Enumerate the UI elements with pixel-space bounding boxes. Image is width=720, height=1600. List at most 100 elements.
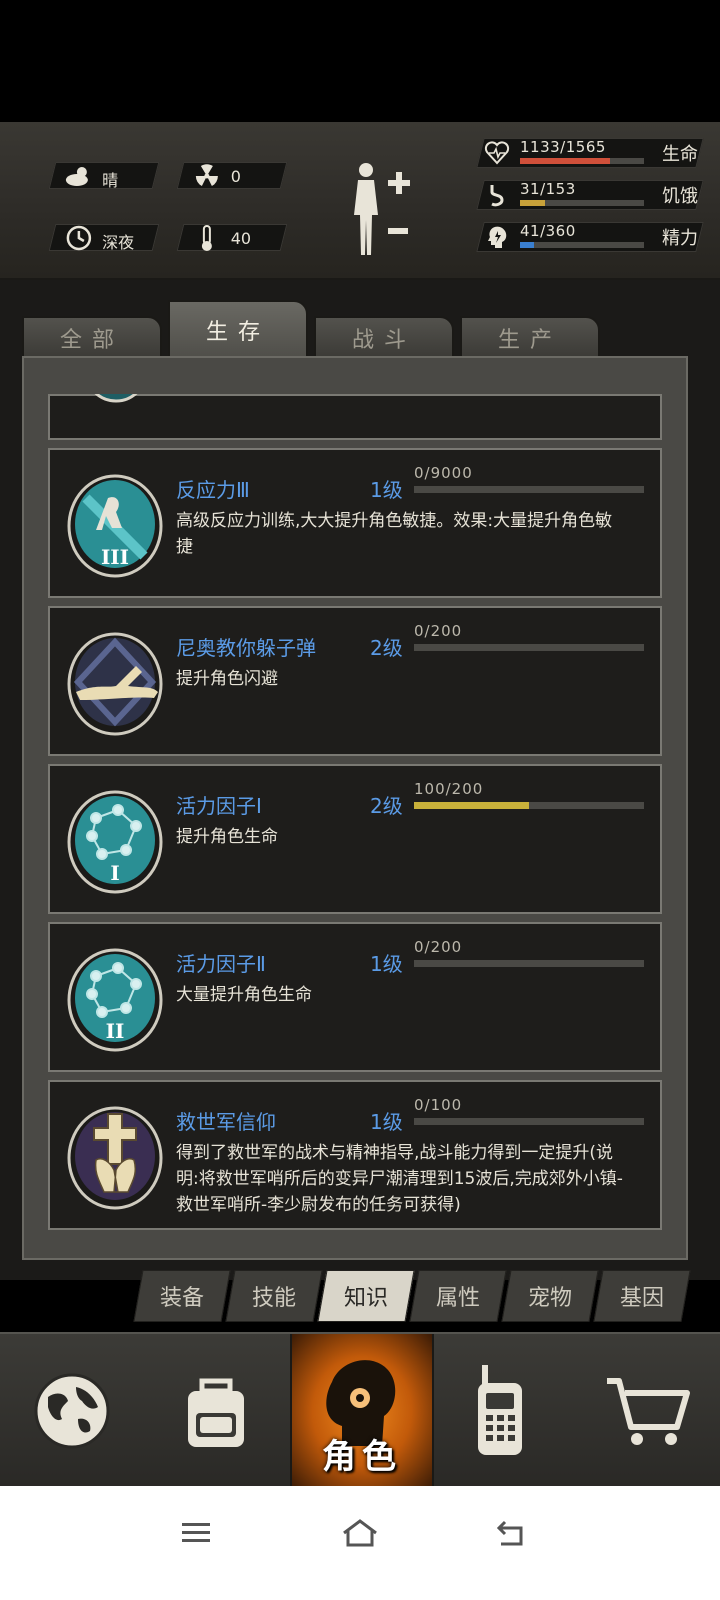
skill-level: 1级 [370,478,403,502]
svg-text:III: III [101,545,129,569]
radiation-value: 0 [230,167,241,186]
health-stat: 1133/1565 生命 [476,138,710,168]
tab-genes[interactable]: 基因 [593,1270,691,1322]
skill-level: 2级 [370,636,403,660]
skill-list[interactable]: III 反应力Ⅲ 1级 0/9000 高级反应力训练,大大提升角色敏捷。效果:大… [26,394,684,1256]
skill-card-partial[interactable] [48,394,662,440]
skill-progress-bar [414,486,644,493]
globe-icon [34,1373,110,1449]
heart-icon [484,140,510,166]
tab-equipment[interactable]: 装备 [133,1270,231,1322]
hunger-label: 饥饿 [662,186,698,207]
svg-text:I: I [110,861,119,885]
skill-icon-partial [94,394,138,403]
nav-character-label: 角色 [322,1437,402,1477]
cloud-sun-icon [63,161,95,191]
skill-description: 提升角色生命 [176,827,278,847]
skill-name: 反应力Ⅲ [176,478,250,502]
skill-name: 活力因子Ⅱ [176,952,266,976]
tab-combat[interactable]: 战斗 [314,316,454,360]
skill-description: 提升角色闪避 [176,669,278,689]
skill-progress-text: 100/200 [414,780,484,798]
body-figure-icon [354,163,410,255]
tab-pets-label: 宠物 [527,1286,572,1311]
tab-pets[interactable]: 宠物 [501,1270,599,1322]
skill-list-frame: III 反应力Ⅲ 1级 0/9000 高级反应力训练,大大提升角色敏捷。效果:大… [22,356,688,1260]
skill-card[interactable]: III 反应力Ⅲ 1级 0/9000 高级反应力训练,大大提升角色敏捷。效果:大… [48,448,662,598]
skill-progress-text: 0/100 [414,1096,463,1114]
nav-backpack[interactable] [144,1334,288,1488]
tab-skills-label: 技能 [251,1286,296,1311]
category-tabs: 全部 生存 战斗 生产 [22,300,702,360]
energy-head-icon [484,224,510,250]
body-status-button[interactable] [348,160,418,260]
health-bar [520,158,644,164]
tab-all[interactable]: 全部 [22,316,162,360]
skill-card[interactable]: 救世军信仰 1级 0/100 得到了救世军的战术与精神指导,战斗能力得到一定提升… [48,1080,662,1230]
skill-progress-text: 0/200 [414,622,463,640]
hunger-stat: 31/153 饥饿 [476,180,710,210]
time-indicator: 深夜 [48,223,160,253]
tab-knowledge-label: 知识 [343,1286,388,1311]
dodge-icon [67,632,163,736]
clock-icon [63,223,95,253]
weather-text: 晴 [102,171,119,190]
energy-stat: 41/360 精力 [476,222,710,252]
skill-progress-text: 0/200 [414,938,463,956]
skill-name: 救世军信仰 [176,1110,276,1134]
tab-attributes[interactable]: 属性 [409,1270,507,1322]
skill-level: 1级 [370,952,403,976]
hunger-value: 31/153 [520,180,576,198]
tab-survival[interactable]: 生存 [168,300,308,360]
reflex-icon: III [67,474,163,578]
health-value: 1133/1565 [520,138,606,156]
walkie-talkie-icon [478,1365,522,1455]
skill-description: 得到了救世军的战术与精神指导,战斗能力得到一定提升(说明:将救世军哨所后的变异尸… [176,1143,623,1215]
skill-name: 尼奥教你躲子弹 [176,636,316,660]
menu-button[interactable] [166,1508,226,1558]
skill-name: 活力因子Ⅰ [176,794,262,818]
system-navigation-bar [0,1486,720,1600]
sub-tabs: 装备 技能 知识 属性 宠物 基因 [130,1270,710,1322]
stomach-icon [484,182,510,208]
nav-shop[interactable] [576,1334,720,1488]
molecule-icon: I [67,790,163,894]
health-label: 生命 [662,144,698,165]
energy-bar [520,242,644,248]
tab-knowledge[interactable]: 知识 [317,1270,415,1322]
backpack-icon [188,1378,244,1447]
bottom-navigation: 角色 [0,1332,720,1488]
nav-radio[interactable] [428,1334,572,1488]
home-button[interactable] [330,1508,390,1558]
energy-label: 精力 [662,228,698,249]
back-button[interactable] [480,1508,540,1558]
skill-card[interactable]: I 活力因子Ⅰ 2级 100/200 提升角色生命 [48,764,662,914]
tab-production[interactable]: 生产 [460,316,600,360]
skill-progress-bar [414,802,644,809]
nav-world-map[interactable] [0,1334,144,1488]
faith-cross-icon [67,1106,163,1210]
tab-equipment-label: 装备 [159,1286,204,1311]
radiation-icon [191,161,223,191]
tab-attributes-label: 属性 [435,1286,480,1311]
skill-progress-text: 0/9000 [414,464,473,482]
skill-description: 高级反应力训练,大大提升角色敏捷。效果:大量提升角色敏捷 [176,511,613,557]
svg-text:II: II [106,1019,125,1043]
menu-icon [182,1523,210,1542]
status-hud: 晴 0 深夜 40 1133/1565 生命 31/153 饥饿 41/360 … [0,122,720,280]
skill-progress-bar [414,1118,644,1125]
weather-indicator: 晴 [48,161,160,191]
tab-skills[interactable]: 技能 [225,1270,323,1322]
temperature-indicator: 40 [176,223,288,253]
time-text: 深夜 [102,233,135,252]
skill-card[interactable]: II 活力因子Ⅱ 1级 0/200 大量提升角色生命 [48,922,662,1072]
skill-progress-bar [414,644,644,651]
skill-level: 2级 [370,794,403,818]
thermometer-icon [191,223,223,253]
back-icon [496,1520,523,1546]
radiation-indicator: 0 [176,161,288,191]
skill-description: 大量提升角色生命 [176,985,312,1005]
nav-character[interactable]: 角色 [290,1334,434,1488]
home-icon [343,1519,377,1547]
skill-card[interactable]: 尼奥教你躲子弹 2级 0/200 提升角色闪避 [48,606,662,756]
